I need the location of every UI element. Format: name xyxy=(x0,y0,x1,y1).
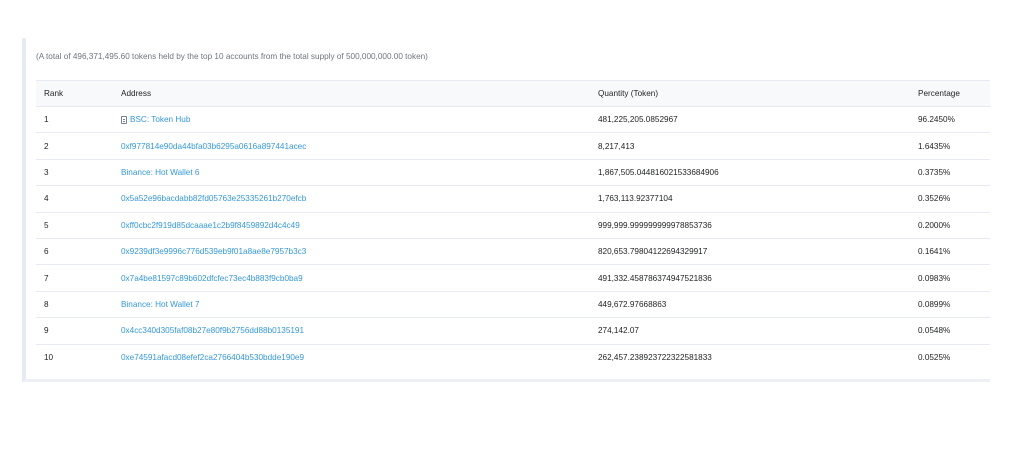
address-link[interactable]: Binance: Hot Wallet 7 xyxy=(121,300,199,309)
percentage-cell: 0.0899% xyxy=(918,299,951,309)
quantity-cell: 8,217,413 xyxy=(598,141,635,151)
address-cell: 0x9239df3e9996c776d539eb9f01a8ae8e7957b3… xyxy=(121,239,306,264)
quantity-cell: 481,225,205.0852967 xyxy=(598,115,678,125)
address-link[interactable]: 0xf977814e90da44bfa03b6295a0616a897441ac… xyxy=(121,142,306,151)
table-row: 5 0xff0cbc2f919d85dcaaae1c2b9f8459892d4c… xyxy=(36,213,990,239)
address-link[interactable]: BSC: Token Hub xyxy=(130,115,190,124)
address-link[interactable]: 0x7a4be81597c89b602dfcfec73ec4b883f9cb0b… xyxy=(121,274,303,283)
quantity-cell: 1,763,113.92377104 xyxy=(598,194,673,204)
percentage-cell: 0.0983% xyxy=(918,273,951,283)
address-cell: 0x5a52e96bacdabb82fd05763e25335261b270ef… xyxy=(121,186,306,211)
table-row: 3 Binance: Hot Wallet 6 1,867,505.044816… xyxy=(36,160,990,187)
percentage-cell: 0.0548% xyxy=(918,326,951,336)
address-link[interactable]: 0xff0cbc2f919d85dcaaae1c2b9f8459892d4c4c… xyxy=(121,221,300,230)
header-rank: Rank xyxy=(44,89,64,98)
percentage-cell: 0.0525% xyxy=(918,353,951,363)
percentage-cell: 0.2000% xyxy=(918,220,951,230)
address-cell: 0x4cc340d305faf08b27e80f9b2756dd88b01351… xyxy=(121,318,304,343)
percentage-cell: 0.1641% xyxy=(918,247,951,257)
top-holders-card: (A total of 496,371,495.60 tokens held b… xyxy=(22,38,990,382)
percentage-cell: 0.3735% xyxy=(918,167,951,177)
quantity-cell: 999,999.999999999978853736 xyxy=(598,220,712,230)
quantity-cell: 1,867,505.044816021533684906 xyxy=(598,167,719,177)
rank-cell: 5 xyxy=(44,220,49,230)
quantity-cell: 274,142.07 xyxy=(598,326,639,336)
rank-cell: 9 xyxy=(44,326,49,336)
holders-summary: (A total of 496,371,495.60 tokens held b… xyxy=(36,52,428,61)
rank-cell: 8 xyxy=(44,299,49,309)
rank-cell: 6 xyxy=(44,247,49,257)
contract-doc-icon xyxy=(121,115,127,124)
percentage-cell: 1.6435% xyxy=(918,141,951,151)
address-link[interactable]: 0x4cc340d305faf08b27e80f9b2756dd88b01351… xyxy=(121,326,304,335)
rank-cell: 10 xyxy=(44,353,54,363)
address-cell: 0xff0cbc2f919d85dcaaae1c2b9f8459892d4c4c… xyxy=(121,213,300,238)
header-address: Address xyxy=(121,89,152,98)
table-row: 7 0x7a4be81597c89b602dfcfec73ec4b883f9cb… xyxy=(36,265,990,292)
quantity-cell: 449,672.97668863 xyxy=(598,299,667,309)
address-link[interactable]: 0xe74591afacd08efef2ca2766404b530bdde190… xyxy=(121,353,304,362)
rank-cell: 2 xyxy=(44,141,49,151)
percentage-cell: 0.3526% xyxy=(918,194,951,204)
address-cell: 0xe74591afacd08efef2ca2766404b530bdde190… xyxy=(121,345,304,371)
table-header-row: Rank Address Quantity (Token) Percentage xyxy=(36,80,990,107)
table-row: 6 0x9239df3e9996c776d539eb9f01a8ae8e7957… xyxy=(36,239,990,266)
table-row: 2 0xf977814e90da44bfa03b6295a0616a897441… xyxy=(36,133,990,160)
header-quantity: Quantity (Token) xyxy=(598,89,659,98)
table-row: 4 0x5a52e96bacdabb82fd05763e25335261b270… xyxy=(36,186,990,213)
percentage-cell: 96.2450% xyxy=(918,115,955,125)
table-row: 9 0x4cc340d305faf08b27e80f9b2756dd88b013… xyxy=(36,318,990,345)
rank-cell: 4 xyxy=(44,194,49,204)
rank-cell: 3 xyxy=(44,167,49,177)
quantity-cell: 820,653.79804122694329917 xyxy=(598,247,708,257)
address-cell: Binance: Hot Wallet 7 xyxy=(121,292,199,317)
rank-cell: 7 xyxy=(44,273,49,283)
address-cell: 0x7a4be81597c89b602dfcfec73ec4b883f9cb0b… xyxy=(121,265,303,290)
address-cell: 0xf977814e90da44bfa03b6295a0616a897441ac… xyxy=(121,133,306,158)
address-cell: BSC: Token Hub xyxy=(121,107,190,132)
quantity-cell: 491,332.458786374947521836 xyxy=(598,273,712,283)
quantity-cell: 262,457.238923722322581833 xyxy=(598,353,712,363)
address-link[interactable]: 0x5a52e96bacdabb82fd05763e25335261b270ef… xyxy=(121,194,306,203)
table-row: 8 Binance: Hot Wallet 7 449,672.97668863… xyxy=(36,292,990,319)
address-link[interactable]: Binance: Hot Wallet 6 xyxy=(121,168,199,177)
table-row: 10 0xe74591afacd08efef2ca2766404b530bdde… xyxy=(36,345,990,371)
header-percentage: Percentage xyxy=(918,89,960,98)
holders-table: Rank Address Quantity (Token) Percentage… xyxy=(36,80,990,371)
address-link[interactable]: 0x9239df3e9996c776d539eb9f01a8ae8e7957b3… xyxy=(121,247,306,256)
table-row: 1 BSC: Token Hub 481,225,205.0852967 96.… xyxy=(36,107,990,134)
address-cell: Binance: Hot Wallet 6 xyxy=(121,160,199,185)
rank-cell: 1 xyxy=(44,115,49,125)
